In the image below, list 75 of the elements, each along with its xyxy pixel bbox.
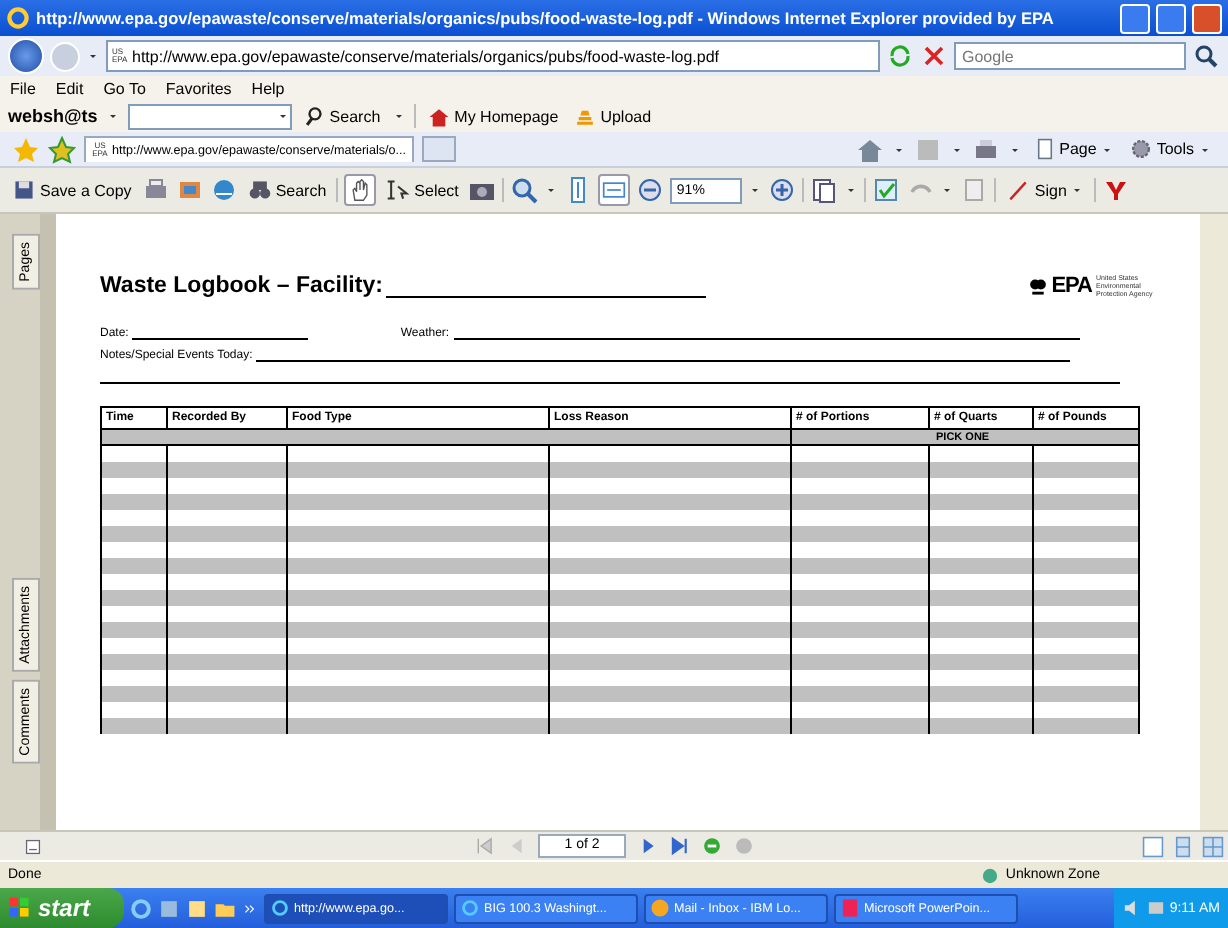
star-plus-icon[interactable] [48,135,76,163]
toolbar-logo: websh@ts [8,106,98,126]
binoculars-icon [247,178,272,202]
globe-icon [979,865,1000,885]
search-button[interactable]: Search [243,178,331,202]
app-icon[interactable] [186,897,208,919]
first-page-icon[interactable] [474,836,494,856]
hand-icon [348,178,373,202]
cards-icon[interactable] [175,176,204,204]
fit-width-icon [602,178,627,202]
app-icon[interactable] [158,897,180,919]
facing-pages-icon[interactable] [1202,836,1224,858]
window-title: http://www.epa.gov/epawaste/conserve/materials/organics/pubs/food-waste-log.pdf - Windows Internet Explorer provided by EPA [36,8,1056,28]
fit-width-button[interactable] [598,174,631,206]
hand-tool-button[interactable] [344,174,377,206]
new-tab-button[interactable] [422,136,457,162]
maximize-button[interactable] [1156,3,1186,33]
sign-button[interactable]: Sign [1002,178,1089,202]
start-button[interactable]: start [0,888,124,928]
zoom-out-icon[interactable] [636,176,665,204]
windows-flag-icon [8,896,32,920]
next-page-icon[interactable] [638,836,658,856]
printer-icon[interactable] [141,176,170,204]
search-icon [303,105,326,127]
search-field[interactable]: Google [954,42,1186,70]
house-icon [428,105,451,127]
tools-menu-button[interactable]: Tools [1126,138,1216,160]
search-icon[interactable] [1192,42,1220,70]
star-icon[interactable] [12,135,40,163]
pages-icon[interactable] [810,176,839,204]
homepage-button[interactable]: My Homepage [424,105,563,127]
page-icon [1033,138,1056,160]
pen-icon [1006,178,1031,202]
forward-icon[interactable] [734,836,754,856]
menu-item[interactable]: Go To [103,79,146,97]
minimize-button[interactable] [1120,3,1150,33]
back-icon[interactable] [702,836,722,856]
house-icon[interactable] [855,135,884,163]
printer-icon[interactable] [971,135,1000,163]
form-title: Waste Logbook – Facility: [100,274,383,298]
close-button[interactable] [1192,3,1222,33]
browser-e-icon [6,6,30,30]
menu-item[interactable]: Help [251,79,285,97]
text-cursor-icon [386,178,411,202]
yahoo-y-icon[interactable] [1102,176,1131,204]
browser-e-icon [460,898,480,918]
select-tool-button[interactable]: Select [382,178,463,202]
panel-icon[interactable] [24,838,42,856]
logo-text: EPA [1051,274,1092,298]
zoom-in-icon[interactable] [510,176,539,204]
back-button[interactable] [8,38,44,74]
agency-logo-icon [1027,276,1048,296]
browser-e-icon [270,898,290,918]
save-copy-button[interactable]: Save a Copy [8,178,136,202]
refresh-icon[interactable] [886,42,914,70]
globe-icon[interactable] [209,176,238,204]
toolbar-combo-field[interactable] [127,103,292,129]
menu-item[interactable]: Edit [55,79,84,97]
browser-e-icon[interactable] [130,897,152,919]
zoom-in-icon[interactable] [768,176,797,204]
single-page-icon[interactable] [1142,836,1164,858]
stack-icon [574,105,597,127]
continuous-icon[interactable] [1172,836,1194,858]
page-menu-button[interactable]: Page [1029,138,1119,160]
spell-check-icon[interactable] [872,176,901,204]
menu-item[interactable]: File [10,79,36,97]
search-button[interactable]: Search [299,105,385,127]
upload-button[interactable]: Upload [570,105,656,127]
close-icon[interactable] [920,42,948,70]
smiley-icon [650,898,670,918]
menu-item[interactable]: Favorites [165,79,232,97]
network-icon[interactable] [1145,898,1166,918]
gear-icon [1130,138,1153,160]
document-icon [840,898,860,918]
last-page-icon[interactable] [670,836,690,856]
